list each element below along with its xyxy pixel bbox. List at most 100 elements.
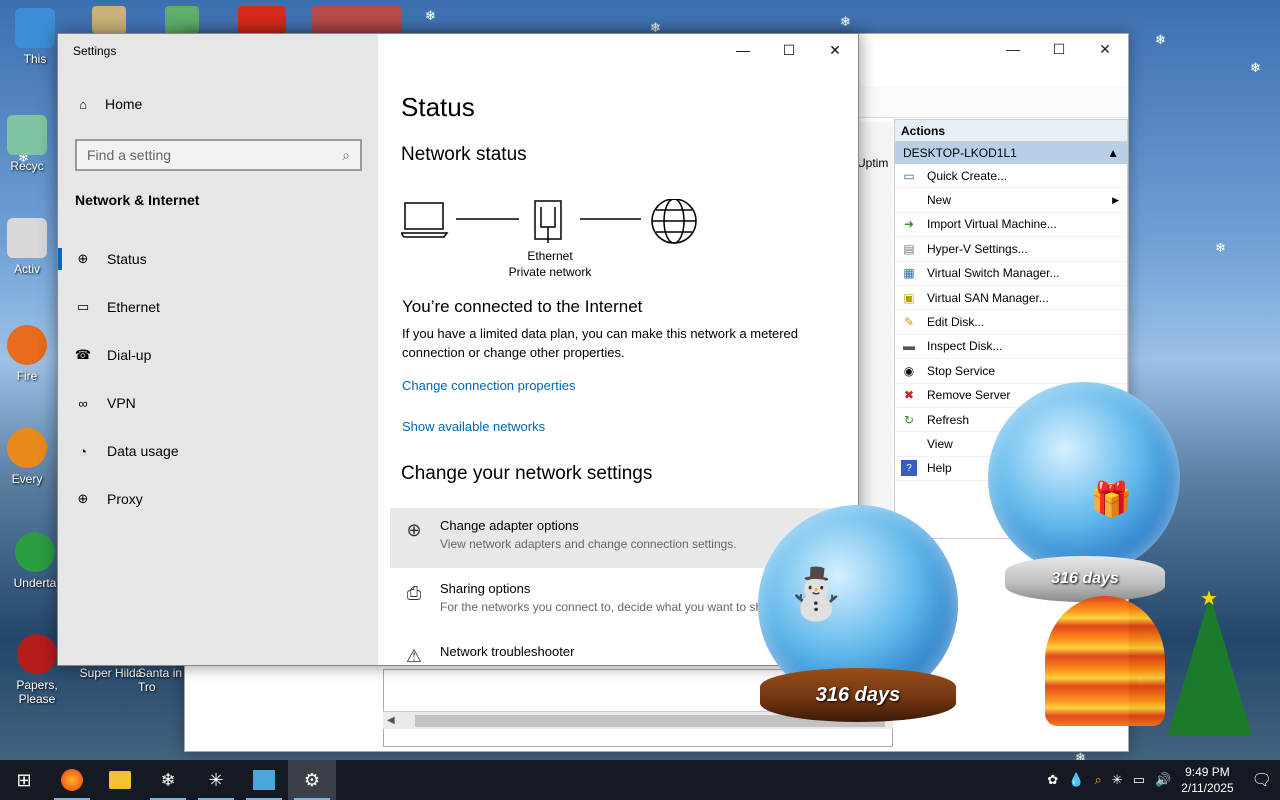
desktop-icon-top-1[interactable] bbox=[92, 6, 126, 34]
action-center-icon[interactable]: 🗨 bbox=[1252, 770, 1272, 790]
taskbar-file-explorer[interactable] bbox=[96, 760, 144, 800]
desktop-icon-top-4[interactable] bbox=[312, 6, 402, 34]
desktop-icon-top-2[interactable] bbox=[165, 6, 199, 34]
nav-item-status[interactable]: ⊕ Status bbox=[58, 239, 378, 279]
hyperv-close-button[interactable]: ✕ bbox=[1082, 34, 1128, 64]
nav-item-vpn[interactable]: ∞ VPN bbox=[58, 383, 378, 423]
edit-disk-icon: ✎ bbox=[903, 315, 915, 330]
undertale-icon bbox=[15, 532, 55, 572]
recycle-bin-icon bbox=[7, 115, 47, 155]
scroll-left-icon[interactable]: ◀ bbox=[383, 715, 395, 726]
snowflake: ❄ bbox=[1215, 240, 1226, 255]
option-title: Network troubleshooter bbox=[440, 644, 575, 659]
document-icon bbox=[7, 218, 47, 258]
laptop-icon bbox=[401, 202, 449, 238]
countdown-days-label: 316 days bbox=[815, 683, 901, 706]
nav-item-ethernet[interactable]: ▭ Ethernet bbox=[58, 287, 378, 327]
clock[interactable]: 9:49 PM 2/11/2025 bbox=[1181, 764, 1234, 796]
taskbar-hyperv-manager[interactable] bbox=[240, 760, 288, 800]
snowflake: ❄ bbox=[840, 14, 851, 29]
hyperv-minimize-button[interactable]: — bbox=[990, 34, 1036, 64]
hyperv-column-header-uptime[interactable]: Uptim bbox=[857, 156, 888, 170]
tray-app-icon[interactable]: ✿ bbox=[1047, 772, 1058, 788]
action-import-vm[interactable]: ➜ Import Virtual Machine... bbox=[895, 213, 1127, 238]
nav-item-proxy[interactable]: ⊕ Proxy bbox=[58, 479, 378, 519]
desktop-icon-label: Super Hilda bbox=[79, 666, 143, 680]
hyperv-maximize-button[interactable]: ☐ bbox=[1036, 34, 1082, 64]
san-icon: ▣ bbox=[903, 290, 915, 305]
nav-label: Dial-up bbox=[107, 347, 152, 363]
tray-drop-icon[interactable]: 💧 bbox=[1068, 772, 1084, 788]
desktop-icon-label: Activ bbox=[13, 262, 40, 276]
action-edit-disk[interactable]: ✎ Edit Disk... bbox=[895, 310, 1127, 335]
network-status-title: Network status bbox=[401, 144, 527, 165]
adapter-name-label: Ethernet bbox=[527, 249, 573, 263]
data-usage-icon: ◔ bbox=[79, 443, 87, 459]
remove-icon: ✖ bbox=[903, 388, 915, 403]
switch-icon: ▦ bbox=[903, 266, 915, 281]
desktop-icon-activ[interactable]: Activ bbox=[0, 218, 62, 276]
show-available-networks-link[interactable]: Show available networks bbox=[402, 419, 545, 434]
action-inspect-disk[interactable]: ▬ Inspect Disk... bbox=[895, 335, 1127, 360]
connection-status-body: If you have a limited data plan, you can… bbox=[402, 326, 798, 360]
ethernet-port-icon bbox=[534, 200, 562, 243]
taskbar-app-star[interactable]: ✳ bbox=[192, 760, 240, 800]
desktop-icon-firefox[interactable]: Fire bbox=[0, 325, 62, 383]
settings-window: Settings ⌂ Home Find a setting ⌕ Network… bbox=[57, 33, 860, 666]
nav-label: VPN bbox=[107, 395, 136, 411]
vpn-icon: ∞ bbox=[78, 395, 88, 411]
desktop-icon-label: This bbox=[23, 52, 47, 66]
snow-globe-large-base: 316 days bbox=[1005, 556, 1165, 602]
inspect-disk-icon: ▬ bbox=[903, 339, 915, 354]
desktop-icon-every[interactable]: Every bbox=[0, 428, 62, 486]
find-setting-search-input[interactable]: Find a setting ⌕ bbox=[75, 139, 362, 171]
action-stop-service[interactable]: ◉ Stop Service bbox=[895, 359, 1127, 384]
sharing-icon: ⎙ bbox=[406, 582, 422, 603]
action-virtual-san-manager[interactable]: ▣ Virtual SAN Manager... bbox=[895, 286, 1127, 311]
action-hyperv-settings[interactable]: ▤ Hyper-V Settings... bbox=[895, 237, 1127, 262]
network-icon[interactable]: ▭ bbox=[1133, 772, 1145, 788]
taskbar-firefox[interactable] bbox=[48, 760, 96, 800]
change-connection-properties-link[interactable]: Change connection properties bbox=[402, 378, 575, 393]
actions-group-host[interactable]: DESKTOP-LKOD1L1 ▲ bbox=[895, 142, 1127, 164]
papers-please-icon bbox=[17, 634, 57, 674]
start-button[interactable]: ⊞ bbox=[0, 760, 48, 800]
blank-icon bbox=[901, 192, 917, 208]
taskbar-snow-globe-app[interactable]: ❄ bbox=[144, 760, 192, 800]
actions-header: Actions bbox=[895, 120, 1127, 142]
nav-item-dial-up[interactable]: ☎ Dial-up bbox=[58, 335, 378, 375]
sparkle-icon: ✳ bbox=[208, 769, 224, 790]
home-button[interactable]: ⌂ Home bbox=[75, 96, 142, 112]
option-title: Change adapter options bbox=[440, 518, 579, 533]
spiral-ornament bbox=[1045, 596, 1165, 726]
action-virtual-switch-manager[interactable]: ▦ Virtual Switch Manager... bbox=[895, 262, 1127, 286]
snowflake: ❄ bbox=[1250, 60, 1261, 75]
action-quick-create[interactable]: ▭ Quick Create... bbox=[895, 164, 1127, 189]
warning-icon: ⚠ bbox=[405, 645, 423, 666]
taskbar-settings[interactable]: ⚙ bbox=[288, 760, 336, 800]
nav-label: Data usage bbox=[107, 443, 179, 459]
desktop-icon-recycle-bin[interactable]: Recyc bbox=[0, 115, 62, 173]
actions-group-label: DESKTOP-LKOD1L1 bbox=[903, 146, 1017, 160]
collapse-up-icon[interactable]: ▲ bbox=[1107, 146, 1119, 160]
snow-globe-large[interactable] bbox=[988, 382, 1180, 574]
proxy-globe-icon: ⊕ bbox=[77, 491, 89, 506]
tray-search-icon[interactable]: ⌕ bbox=[1095, 772, 1102, 788]
home-icon: ⌂ bbox=[79, 96, 87, 112]
desktop-icon-super-hilda[interactable]: Super Hilda bbox=[76, 666, 146, 680]
clock-date: 2/11/2025 bbox=[1181, 781, 1234, 795]
tray-snowflake-icon[interactable]: ✳ bbox=[1112, 772, 1123, 788]
search-icon[interactable]: ⌕ bbox=[342, 147, 350, 164]
desktop-icon-top-3[interactable] bbox=[238, 6, 286, 34]
countdown-days-label: 316 days bbox=[1051, 570, 1119, 587]
desktop-icon-label: Recyc bbox=[10, 159, 44, 173]
snowflake: ❄ bbox=[1155, 32, 1166, 47]
ethernet-icon: ▭ bbox=[76, 299, 90, 314]
folder-icon bbox=[109, 771, 131, 789]
action-new[interactable]: New ▶ bbox=[895, 188, 1127, 213]
globe-icon: ⊕ bbox=[77, 251, 89, 266]
nav-item-data-usage[interactable]: ◔ Data usage bbox=[58, 431, 378, 471]
desktop-icon-santa[interactable]: Santa in Tro bbox=[138, 666, 184, 694]
submenu-arrow-icon: ▶ bbox=[1112, 194, 1119, 205]
volume-icon[interactable]: 🔊 bbox=[1155, 772, 1171, 788]
